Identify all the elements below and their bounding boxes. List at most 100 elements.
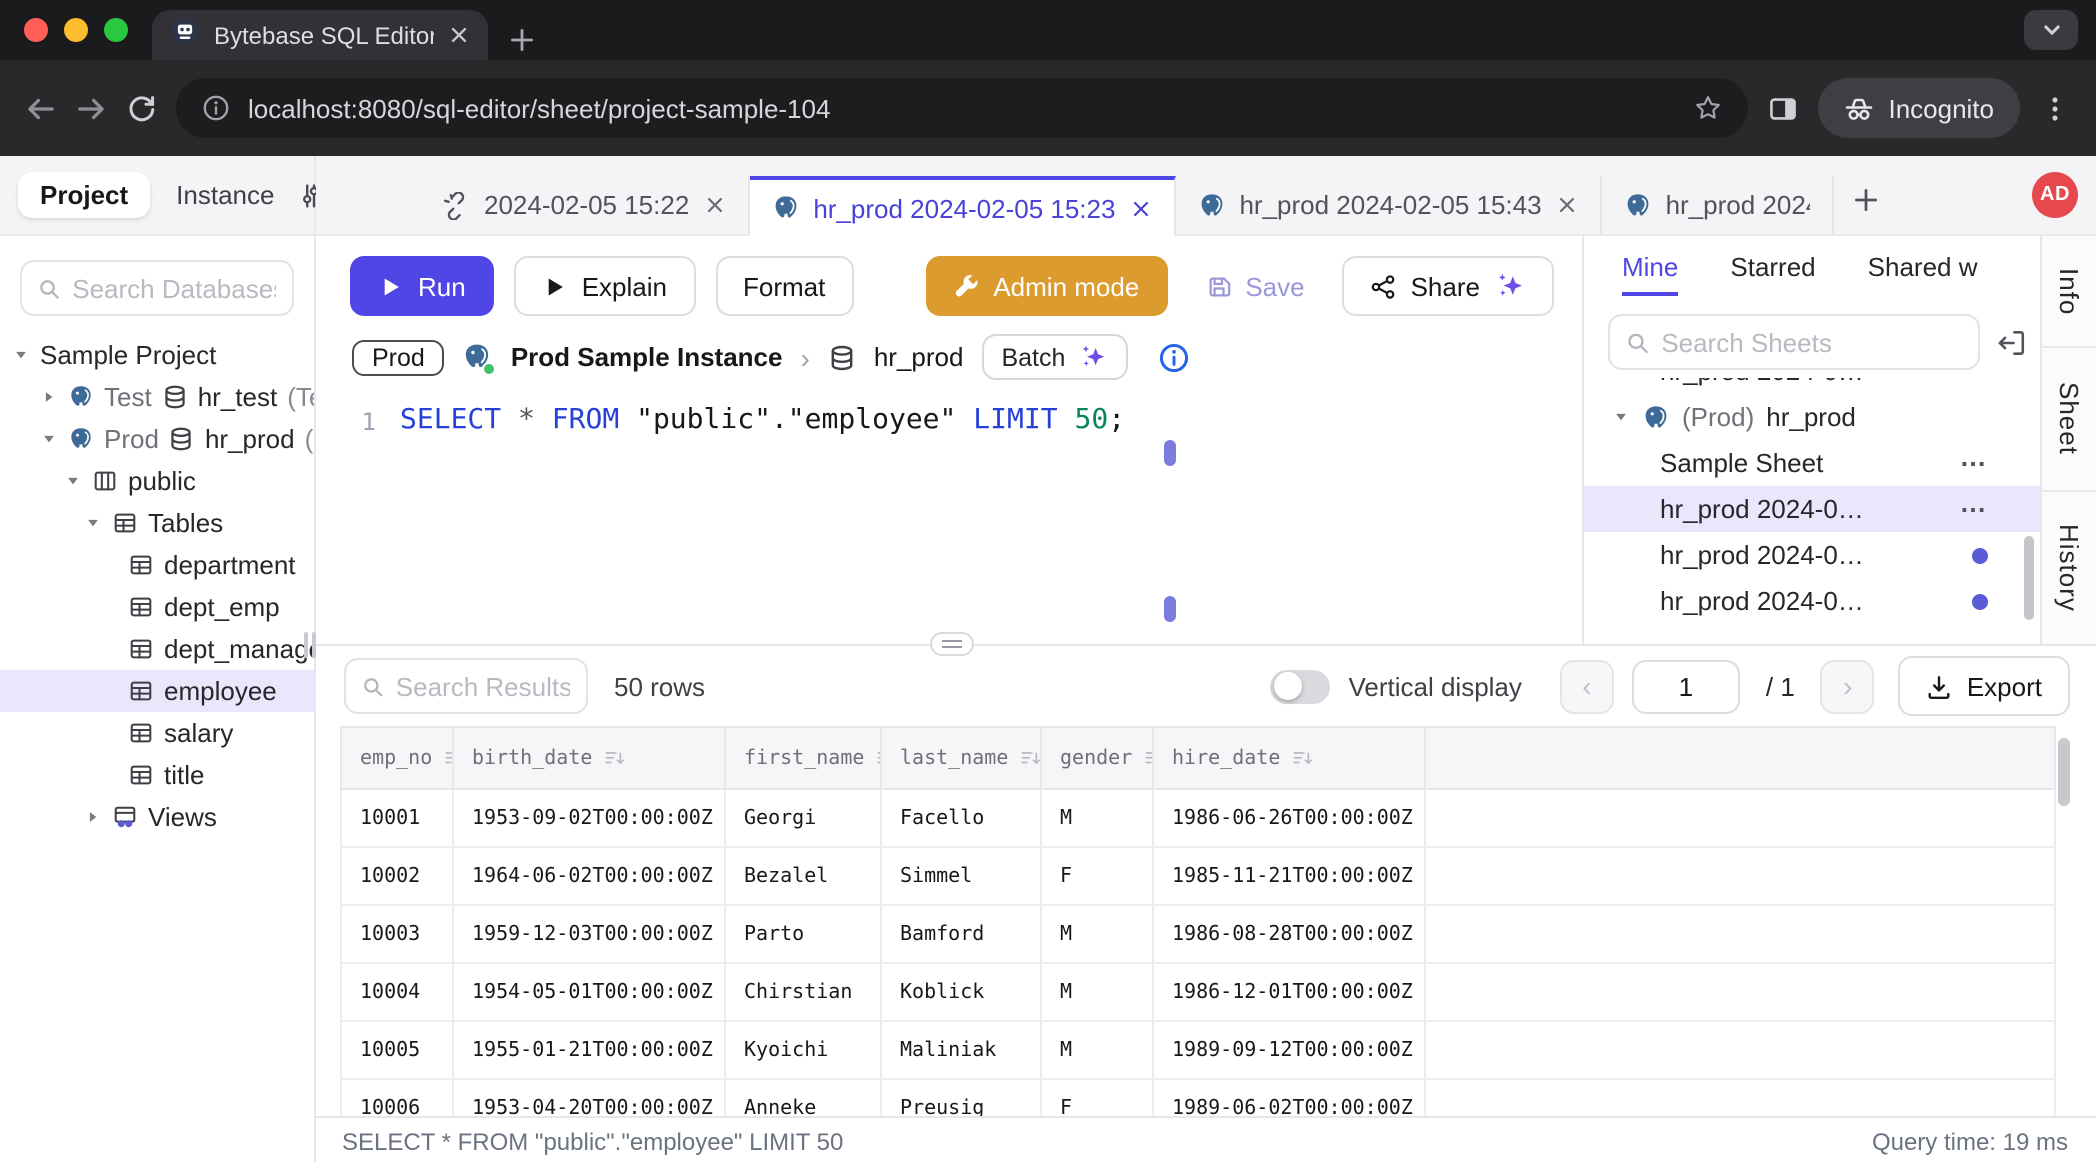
batch-button[interactable]: Batch [981,334,1127,380]
sheet-item-3[interactable]: hr_prod 2024-0…⋯ [1584,486,2040,532]
bookmark-star-icon[interactable] [1694,94,1722,122]
tree-item-hr_prod[interactable]: Prodhr_prod(Pr… [0,418,314,460]
query-tab-1[interactable]: 2024-02-05 15:22 [420,176,749,234]
postgres-icon [463,342,493,372]
reload-icon[interactable] [126,93,156,123]
tree-item-public[interactable]: public [0,460,314,502]
site-info-icon[interactable] [202,94,230,122]
table-cell [1426,848,2054,906]
side-tab-History[interactable]: History [2042,492,2096,644]
vertical-display-toggle[interactable] [1270,669,1330,703]
close-icon [1556,194,1578,216]
database-search-input[interactable] [72,273,276,303]
close-icon [703,194,725,216]
explain-button[interactable]: Explain [514,256,695,316]
panel-resize-handle[interactable] [930,632,974,656]
prev-page-button[interactable]: ‹ [1560,659,1614,713]
breadcrumb-instance[interactable]: Prod Sample Instance [511,342,783,372]
column-header-hire_date[interactable]: hire_date [1154,728,1426,788]
sheet-group[interactable]: (Prod)hr_prod [1584,394,2040,440]
sidebar-resize-handle[interactable] [304,632,316,658]
minimize-window-button[interactable] [64,18,88,42]
tree-item-employee[interactable]: employee [0,670,314,712]
sheet-search-input[interactable] [1661,327,1962,357]
sql-editor[interactable]: 1 SELECT * FROM "public"."employee" LIMI… [316,390,1582,644]
column-header-birth_date[interactable]: birth_date [454,728,726,788]
browser-tab[interactable]: Bytebase SQL Editor [152,10,488,60]
table-row[interactable]: 100061953-04-20T00:00:00ZAnnekePreusigF1… [342,1080,2054,1116]
table-cell: Koblick [882,964,1042,1022]
tree-item-hr_test[interactable]: Testhr_test(Test… [0,376,314,418]
share-button[interactable]: Share [1343,256,1554,316]
back-icon[interactable] [26,93,56,123]
tree-item-dept_emp[interactable]: dept_emp [0,586,314,628]
query-tab-2[interactable]: hr_prod 2024-02-05 15:23 [749,176,1175,236]
user-avatar[interactable]: AD [2032,172,2078,218]
sheet-menu-icon[interactable]: ⋯ [1960,447,1988,479]
save-button[interactable]: Save [1187,256,1322,316]
export-button[interactable]: Export [1899,656,2070,716]
tree-item-dept_manager[interactable]: dept_manager [0,628,314,670]
sheet-item-5[interactable]: hr_prod 2024-0… [1584,578,2040,620]
browser-tab-close-icon[interactable] [448,24,470,46]
results-table-header: emp_nobirth_datefirst_namelast_namegende… [340,726,2056,790]
table-row[interactable]: 100021964-06-02T00:00:00ZBezalelSimmelF1… [342,848,2054,906]
zoom-window-button[interactable] [104,18,128,42]
sidebar-tab-instance[interactable]: Instance [154,172,296,218]
sheet-tab-Shared w[interactable]: Shared w [1868,252,1978,296]
tree-item-department[interactable]: department [0,544,314,586]
table-row[interactable]: 100031959-12-03T00:00:00ZPartoBamfordM19… [342,906,2054,964]
column-header-gender[interactable]: gender [1042,728,1154,788]
query-tab-4[interactable]: hr_prod 2024-0 [1602,176,1834,234]
sheet-tab-Mine[interactable]: Mine [1622,252,1678,296]
titlebar-chevron-button[interactable] [2024,10,2078,50]
table-cell: M [1042,964,1154,1022]
breadcrumb-database[interactable]: hr_prod [874,342,964,372]
sidebar-tab-project[interactable]: Project [18,172,150,218]
sheet-item-0[interactable]: hr_prod 2024-0… [1584,378,2040,394]
sheet-item-4[interactable]: hr_prod 2024-0… [1584,532,2040,578]
new-query-tab-button[interactable] [1852,185,1880,213]
side-tab-Sheet[interactable]: Sheet [2042,348,2096,492]
page-input[interactable] [1632,659,1740,713]
browser-menu-icon[interactable] [2040,93,2070,123]
tree-item-Views[interactable]: Views [0,796,314,838]
sheet-menu-icon[interactable]: ⋯ [1960,493,1988,525]
split-view-icon[interactable] [1768,93,1798,123]
query-tab-3[interactable]: hr_prod 2024-02-05 15:43 [1175,176,1601,234]
url-bar[interactable]: localhost:8080/sql-editor/sheet/project-… [176,78,1748,138]
sort-icon [604,747,626,769]
query-time: Query time: 19 ms [1872,1128,2068,1156]
incognito-badge[interactable]: Incognito [1818,78,2020,138]
table-icon [128,594,154,620]
tree-item-Tables[interactable]: Tables [0,502,314,544]
column-header-emp_no[interactable]: emp_no [342,728,454,788]
column-header-last_name[interactable]: last_name [882,728,1042,788]
admin-mode-button[interactable]: Admin mode [925,256,1167,316]
table-row[interactable]: 100011953-09-02T00:00:00ZGeorgiFacelloM1… [342,790,2054,848]
tree-item-salary[interactable]: salary [0,712,314,754]
info-icon[interactable] [1157,341,1189,373]
browser-titlebar: Bytebase SQL Editor [0,0,2096,60]
url-text: localhost:8080/sql-editor/sheet/project-… [248,93,1676,123]
results-scrollbar[interactable] [2058,738,2070,806]
browser-new-tab-button[interactable] [508,26,536,54]
tree-item-Sample Project[interactable]: Sample Project [0,334,314,376]
next-page-button[interactable]: › [1821,659,1875,713]
forward-icon[interactable] [76,93,106,123]
close-window-button[interactable] [24,18,48,42]
collapse-panel-icon[interactable] [1996,327,2026,357]
side-tab-Info[interactable]: Info [2042,236,2096,348]
tree-item-title[interactable]: title [0,754,314,796]
table-row[interactable]: 100051955-01-21T00:00:00ZKyoichiMaliniak… [342,1022,2054,1080]
table-row[interactable]: 100041954-05-01T00:00:00ZChirstianKoblic… [342,964,2054,1022]
sheet-scrollbar[interactable] [2024,536,2034,620]
table-icon [128,552,154,578]
sheet-tab-Starred[interactable]: Starred [1730,252,1815,296]
format-button[interactable]: Format [715,256,853,316]
sheet-item-2[interactable]: Sample Sheet⋯ [1584,440,2040,486]
table-cell: Parto [726,906,882,964]
run-button[interactable]: Run [350,256,494,316]
column-header-first_name[interactable]: first_name [726,728,882,788]
results-search-input[interactable] [396,671,570,701]
